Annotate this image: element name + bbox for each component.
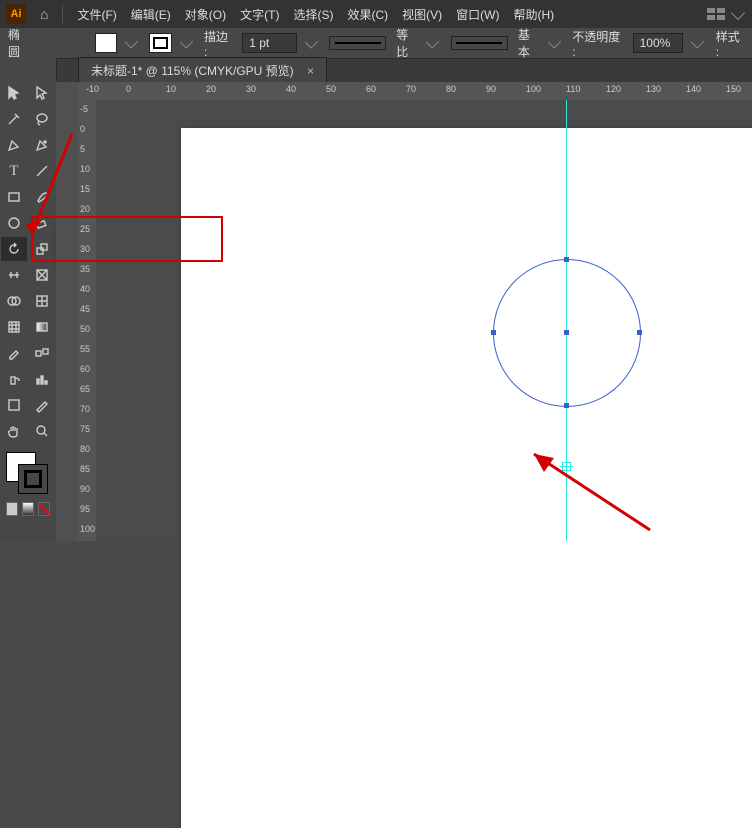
workspace-dropdown-icon[interactable]	[731, 5, 745, 19]
color-mode-row	[6, 502, 50, 516]
paintbrush-tool[interactable]	[29, 185, 55, 209]
artboard-tool[interactable]	[1, 393, 27, 417]
free-transform-tool[interactable]	[29, 263, 55, 287]
stroke-weight-field[interactable]: 1 pt	[242, 33, 297, 53]
anchor-top[interactable]	[564, 257, 569, 262]
close-tab-icon[interactable]: ×	[307, 64, 314, 78]
line-segment-tool[interactable]	[29, 159, 55, 183]
selection-tool[interactable]	[1, 81, 27, 105]
perspective-grid-tool[interactable]	[29, 289, 55, 313]
style-label: 样式 :	[716, 28, 744, 59]
menu-edit[interactable]: 编辑(E)	[131, 6, 171, 23]
toolbox: T	[0, 58, 57, 541]
menu-bar: Ai ⌂ 文件(F) 编辑(E) 对象(O) 文字(T) 选择(S) 效果(C)…	[0, 0, 752, 28]
menu-effect[interactable]: 效果(C)	[347, 6, 388, 23]
anchor-bottom[interactable]	[564, 403, 569, 408]
rotate-tool[interactable]	[1, 237, 27, 261]
document-tab-bar: 未标题-1* @ 115% (CMYK/GPU 预览) ×	[0, 59, 752, 83]
work-area: -100102030405060708090100110120130140150…	[56, 82, 752, 541]
menu-select[interactable]: 选择(S)	[293, 6, 333, 23]
basic-label: 基本	[518, 26, 540, 60]
workspace-switcher-icon[interactable]	[707, 8, 725, 20]
horizontal-ruler[interactable]: -100102030405060708090100110120130140150	[78, 82, 752, 101]
stroke-weight-dropdown-icon[interactable]	[305, 35, 319, 49]
stroke-color-swatch[interactable]	[18, 464, 48, 494]
curvature-tool[interactable]	[29, 133, 55, 157]
document-tab[interactable]: 未标题-1* @ 115% (CMYK/GPU 预览) ×	[78, 57, 327, 83]
center-point[interactable]	[564, 330, 569, 335]
menu-window[interactable]: 窗口(W)	[456, 6, 499, 23]
opacity-dropdown-icon[interactable]	[691, 35, 705, 49]
width-tool[interactable]	[1, 263, 27, 287]
brush-preview[interactable]	[451, 36, 508, 50]
vertical-ruler[interactable]: -505101520253035404550556065707580859095…	[78, 100, 97, 541]
menu-view[interactable]: 视图(V)	[402, 6, 442, 23]
rotate-pivot-point[interactable]	[562, 462, 571, 471]
symbol-sprayer-tool[interactable]	[1, 367, 27, 391]
eyedropper-tool[interactable]	[1, 341, 27, 365]
slice-tool[interactable]	[29, 393, 55, 417]
panel-dock-strip[interactable]	[56, 82, 79, 541]
profile-dropdown-icon[interactable]	[426, 35, 440, 49]
stroke-label: 描边 :	[204, 28, 232, 59]
menu-help[interactable]: 帮助(H)	[513, 6, 554, 23]
fill-stroke-swatches[interactable]	[6, 452, 48, 494]
hand-tool[interactable]	[1, 419, 27, 443]
zoom-tool[interactable]	[29, 419, 55, 443]
uniform-label: 等比	[396, 26, 418, 60]
direct-selection-tool[interactable]	[29, 81, 55, 105]
opacity-field[interactable]: 100%	[633, 33, 684, 53]
anchor-right[interactable]	[637, 330, 642, 335]
lasso-tool[interactable]	[29, 107, 55, 131]
stroke-profile-preview[interactable]	[329, 36, 386, 50]
magic-wand-tool[interactable]	[1, 107, 27, 131]
blend-tool[interactable]	[29, 341, 55, 365]
app-logo: Ai	[6, 4, 26, 24]
shape-builder-tool[interactable]	[1, 289, 27, 313]
column-graph-tool[interactable]	[29, 367, 55, 391]
mesh-tool[interactable]	[1, 315, 27, 339]
selection-type-label: 椭圆	[8, 26, 30, 60]
stroke-swatch[interactable]	[149, 33, 171, 53]
fill-swatch[interactable]	[95, 33, 117, 53]
canvas[interactable]	[96, 100, 752, 541]
menu-type[interactable]: 文字(T)	[240, 6, 279, 23]
artboard[interactable]	[181, 128, 752, 828]
gradient-tool[interactable]	[29, 315, 55, 339]
control-bar: 椭圆 描边 : 1 pt 等比 基本 不透明度 : 100% 样式 :	[0, 28, 752, 59]
home-icon[interactable]: ⌂	[40, 6, 48, 22]
rectangle-tool[interactable]	[1, 185, 27, 209]
stroke-dropdown-icon[interactable]	[180, 35, 194, 49]
menu-object[interactable]: 对象(O)	[185, 6, 226, 23]
fill-dropdown-icon[interactable]	[125, 35, 139, 49]
pen-tool[interactable]	[1, 133, 27, 157]
type-tool[interactable]: T	[1, 159, 27, 183]
color-mode-none[interactable]	[38, 502, 50, 516]
shaper-tool[interactable]	[1, 211, 27, 235]
anchor-left[interactable]	[491, 330, 496, 335]
eraser-tool[interactable]	[29, 211, 55, 235]
scale-tool[interactable]	[29, 237, 55, 261]
color-mode-gradient[interactable]	[22, 502, 34, 516]
document-tab-title: 未标题-1* @ 115% (CMYK/GPU 预览)	[91, 64, 294, 78]
opacity-label: 不透明度 :	[572, 28, 622, 59]
menu-file[interactable]: 文件(F)	[77, 6, 116, 23]
color-mode-solid[interactable]	[6, 502, 18, 516]
brush-dropdown-icon[interactable]	[548, 35, 562, 49]
